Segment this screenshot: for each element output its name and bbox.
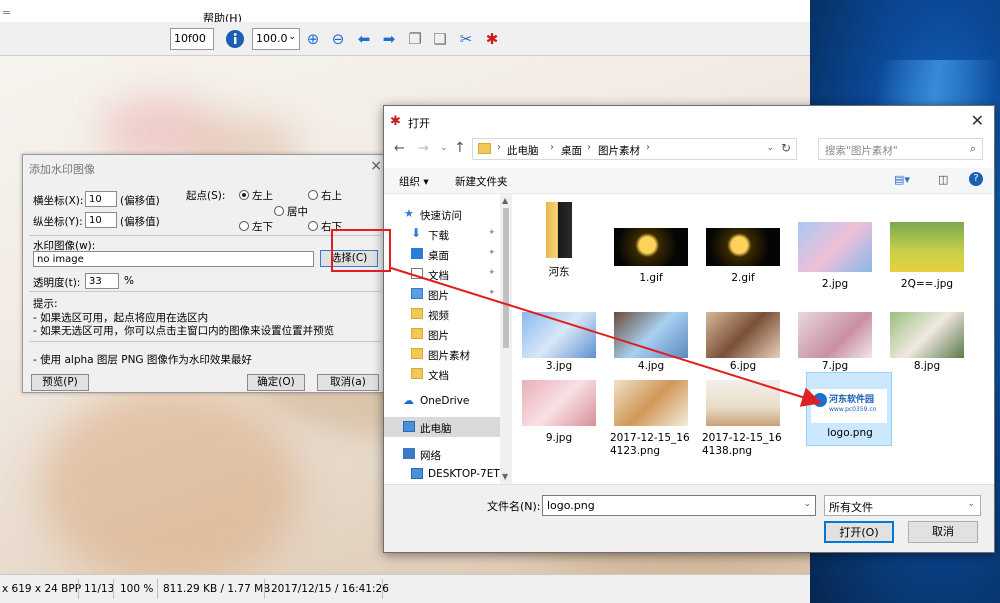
- annotation-arrow: [390, 267, 822, 407]
